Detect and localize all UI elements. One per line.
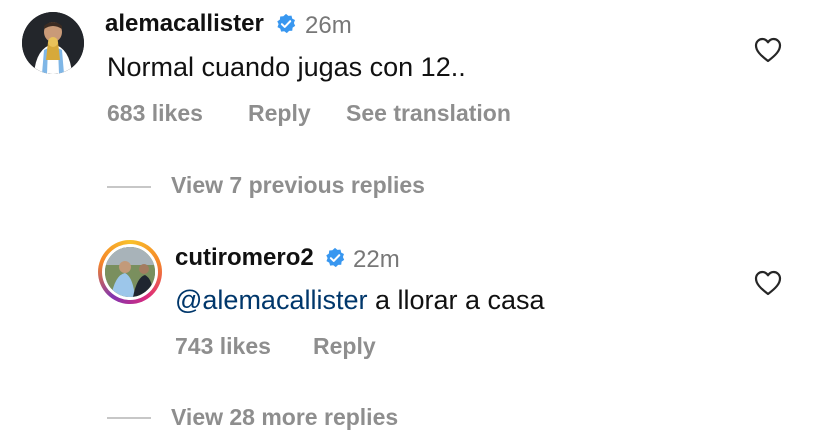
view-previous-replies-link[interactable]: View 7 previous replies bbox=[171, 172, 425, 199]
view-more-replies-link[interactable]: View 28 more replies bbox=[171, 404, 398, 431]
more-replies-divider bbox=[107, 417, 151, 419]
comment-text: Normal cuando jugas con 12.. bbox=[107, 52, 466, 82]
avatar-ring-gap bbox=[102, 244, 158, 300]
reply-message: a llorar a casa bbox=[367, 285, 545, 315]
comment-timestamp: 26m bbox=[305, 12, 352, 39]
reply-text: @alemacallister a llorar a casa bbox=[175, 285, 545, 316]
reply-likes-count[interactable]: 743 likes bbox=[175, 333, 271, 360]
heart-icon[interactable] bbox=[754, 270, 782, 296]
avatar-photo bbox=[22, 12, 84, 74]
avatar-cutiromero2[interactable] bbox=[98, 240, 162, 304]
heart-icon[interactable] bbox=[754, 37, 782, 63]
verified-badge-icon bbox=[277, 13, 296, 34]
comment-username[interactable]: alemacallister bbox=[105, 10, 264, 38]
comment-reply-button[interactable]: Reply bbox=[248, 100, 311, 127]
reply-reply-button[interactable]: Reply bbox=[313, 333, 376, 360]
reply-timestamp: 22m bbox=[353, 246, 400, 273]
avatar-alemacallister[interactable] bbox=[22, 12, 84, 74]
reply-username[interactable]: cutiromero2 bbox=[175, 244, 314, 272]
comment-likes-count[interactable]: 683 likes bbox=[107, 100, 203, 127]
reply-mention-link[interactable]: @alemacallister bbox=[175, 285, 367, 315]
verified-badge-icon bbox=[326, 247, 345, 268]
avatar-photo bbox=[105, 247, 155, 297]
replies-divider bbox=[107, 186, 151, 188]
see-translation-link[interactable]: See translation bbox=[346, 100, 511, 127]
